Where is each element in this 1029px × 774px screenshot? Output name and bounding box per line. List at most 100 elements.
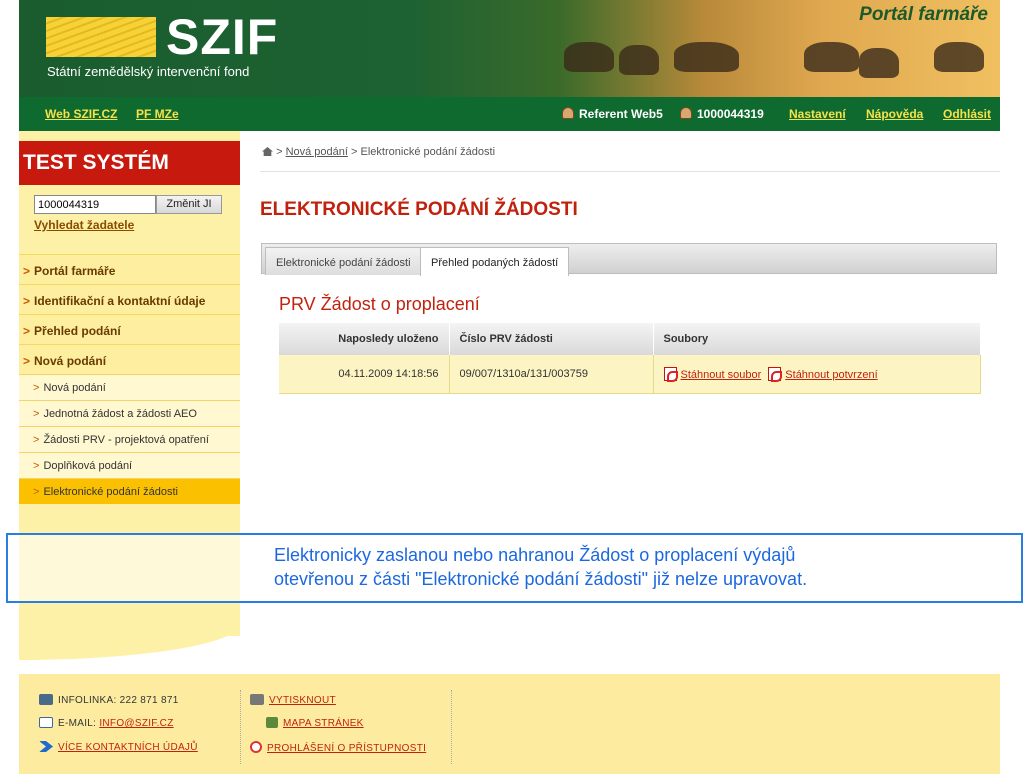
- cell-saved: 04.11.2009 14:18:56: [279, 355, 450, 394]
- sitemap-icon: [266, 717, 278, 728]
- section-title: PRV Žádost o proplacení: [279, 294, 480, 314]
- nav-link-help[interactable]: Nápověda: [866, 107, 923, 121]
- column-header-saved[interactable]: Naposledy uloženo: [279, 323, 450, 355]
- footer-divider: [451, 690, 452, 764]
- nav-link-web-szif[interactable]: Web SZIF.CZ: [45, 107, 117, 121]
- notice-text: Elektronicky zaslanou nebo nahranou Žádo…: [274, 543, 994, 591]
- column-header-number[interactable]: Číslo PRV žádosti: [449, 323, 654, 355]
- email-label: E-MAIL:: [58, 718, 97, 729]
- lifebuoy-icon: [250, 741, 262, 753]
- footer-sitemap: MAPA STRÁNEK: [266, 717, 364, 729]
- sidebar-subitem-jednotna-zadost[interactable]: > Jednotná žádost a žádosti AEO: [19, 400, 240, 426]
- chevron-right-icon: >: [23, 294, 31, 308]
- download-file-link[interactable]: Stáhnout soubor: [681, 369, 762, 381]
- chevron-right-icon: >: [23, 264, 31, 278]
- column-header-files: Soubory: [653, 323, 981, 355]
- cattle-image: [859, 48, 899, 78]
- logo-subtitle: Státní zemědělský intervenční fond: [47, 64, 250, 79]
- sidebar-item-nova-podani[interactable]: > Nová podání: [19, 344, 240, 374]
- sidebar-subitem-label: Jednotná žádost a žádosti AEO: [43, 408, 197, 420]
- pdf-icon: [768, 366, 783, 382]
- chevron-right-icon: >: [33, 434, 40, 446]
- divider: [260, 171, 1000, 172]
- sidebar-subitem-label: Nová podání: [43, 382, 106, 394]
- tab-elektronicke-podani[interactable]: Elektronické podání žádosti: [265, 247, 422, 275]
- sidebar-subitem-label: Žádosti PRV - projektová opatření: [43, 434, 209, 446]
- breadcrumb-link-nova-podani[interactable]: Nová podání: [286, 146, 348, 158]
- search-applicant-link[interactable]: Vyhledat žadatele: [34, 218, 134, 232]
- more-contacts-link[interactable]: VÍCE KONTAKTNÍCH ÚDAJŮ: [58, 742, 198, 753]
- breadcrumb-current: Elektronické podání žádosti: [360, 146, 496, 158]
- notice-box: Elektronicky zaslanou nebo nahranou Žádo…: [6, 533, 1023, 603]
- notice-line-1: Elektronicky zaslanou nebo nahranou Žádo…: [274, 545, 796, 565]
- nav-link-pf-mze[interactable]: PF MZe: [136, 107, 179, 121]
- user-id: 1000044319: [680, 107, 764, 121]
- phone-icon: [39, 694, 53, 705]
- tab-bar: Elektronické podání žádosti Přehled poda…: [261, 243, 997, 276]
- breadcrumb-separator: >: [276, 146, 283, 158]
- sidebar-subitem-zadosti-prv[interactable]: > Žádosti PRV - projektová opatření: [19, 426, 240, 452]
- sidebar-item-portal-farmare[interactable]: > Portál farmáře: [19, 254, 240, 284]
- footer-accessibility: PROHLÁŠENÍ O PŘÍSTUPNOSTI: [250, 741, 426, 754]
- sidebar-item-label: Nová podání: [34, 354, 107, 368]
- table-row: 04.11.2009 14:18:56 09/007/1310a/131/003…: [279, 355, 981, 394]
- print-link[interactable]: VYTISKNOUT: [269, 695, 336, 706]
- portal-title: Portál farmáře: [859, 4, 988, 25]
- breadcrumb-separator: >: [351, 146, 358, 158]
- fast-forward-icon: [39, 741, 53, 752]
- download-confirmation-link[interactable]: Stáhnout potvrzení: [785, 369, 877, 381]
- cattle-image: [564, 42, 614, 72]
- ji-input[interactable]: [34, 195, 156, 214]
- sidebar-menu: > Portál farmáře > Identifikační a kontakt…: [19, 254, 240, 504]
- footer-print: VYTISKNOUT: [250, 694, 336, 706]
- user-role-label: Referent Web5: [579, 107, 663, 121]
- sidebar-item-label: Přehled podání: [34, 324, 121, 338]
- szif-logo-icon[interactable]: [46, 17, 156, 57]
- sidebar-subitem-nova-podani[interactable]: > Nová podání: [19, 374, 240, 400]
- chevron-right-icon: >: [33, 408, 40, 420]
- cattle-image: [804, 42, 859, 72]
- email-link[interactable]: INFO@SZIF.CZ: [99, 718, 173, 729]
- footer-contacts: VÍCE KONTAKTNÍCH ÚDAJŮ: [39, 741, 198, 753]
- sidebar-subitem-doplnkova-podani[interactable]: > Doplňková podání: [19, 452, 240, 478]
- user-id-label: 1000044319: [697, 107, 764, 121]
- pdf-icon: [663, 366, 678, 382]
- szif-logo-text[interactable]: SZIF: [166, 8, 278, 66]
- notice-line-2: otevřenou z části "Elektronické podání ž…: [274, 569, 808, 589]
- sidebar-item-label: Identifikační a kontaktní údaje: [34, 294, 206, 308]
- user-role: Referent Web5: [562, 107, 663, 121]
- cattle-image: [674, 42, 739, 72]
- page-title: ELEKTRONICKÉ PODÁNÍ ŽÁDOSTI: [260, 199, 578, 220]
- cell-number: 09/007/1310a/131/003759: [449, 355, 654, 394]
- change-ji-button[interactable]: Změnit JI: [156, 195, 222, 214]
- chevron-right-icon: >: [23, 354, 31, 368]
- footer-email: E-MAIL: INFO@SZIF.CZ: [39, 717, 174, 729]
- user-icon: [562, 107, 574, 119]
- cell-files: Stáhnout soubor Stáhnout potvrzení: [653, 355, 981, 394]
- home-icon[interactable]: [262, 147, 273, 156]
- top-navbar: Web SZIF.CZ PF MZe Referent Web5 1000044…: [19, 97, 1000, 131]
- sidebar-subitem-elektronicke-podani[interactable]: > Elektronické podání žádosti: [19, 478, 240, 504]
- sidebar-item-prehled-podani[interactable]: > Přehled podání: [19, 314, 240, 344]
- test-system-label: TEST SYSTÉM: [19, 141, 240, 185]
- accessibility-link[interactable]: PROHLÁŠENÍ O PŘÍSTUPNOSTI: [267, 743, 426, 754]
- chevron-right-icon: >: [33, 382, 40, 394]
- phone-label: INFOLINKA: 222 871 871: [58, 695, 179, 706]
- footer-phone: INFOLINKA: 222 871 871: [39, 694, 179, 706]
- cattle-image: [619, 45, 659, 75]
- sitemap-link[interactable]: MAPA STRÁNEK: [283, 718, 364, 729]
- nav-link-settings[interactable]: Nastavení: [789, 107, 846, 121]
- nav-link-logout[interactable]: Odhlásit: [943, 107, 991, 121]
- requests-table: Naposledy uloženo Číslo PRV žádosti Soub…: [279, 323, 981, 394]
- chevron-right-icon: >: [23, 324, 31, 338]
- cattle-image: [934, 42, 984, 72]
- footer-divider: [240, 690, 241, 764]
- chevron-right-icon: >: [33, 460, 40, 472]
- chevron-right-icon: >: [33, 486, 40, 498]
- breadcrumb: > Nová podání > Elektronické podání žádo…: [262, 146, 495, 158]
- sidebar-subitem-label: Elektronické podání žádosti: [43, 486, 178, 498]
- sidebar-item-identifikacni-udaje[interactable]: > Identifikační a kontaktní údaje: [19, 284, 240, 314]
- tab-prehled-podanych[interactable]: Přehled podaných žádostí: [420, 247, 570, 276]
- printer-icon: [250, 694, 264, 705]
- user-id-icon: [680, 107, 692, 119]
